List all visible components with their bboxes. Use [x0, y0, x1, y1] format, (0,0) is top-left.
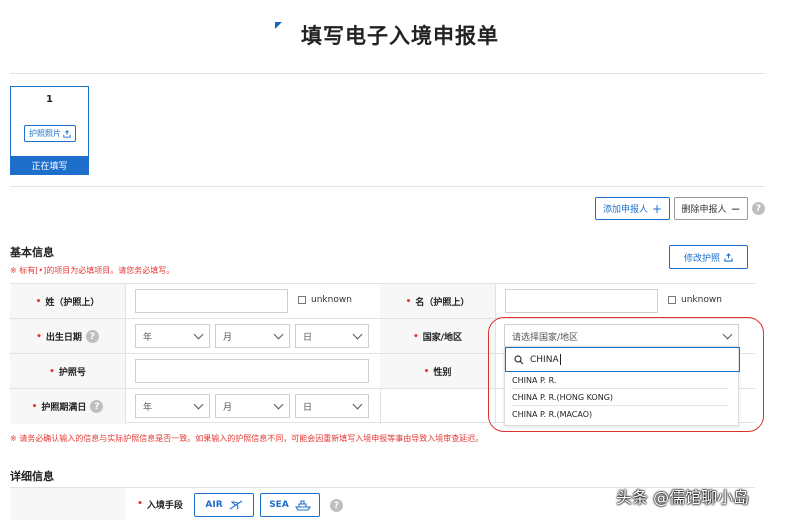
highlight-annotation	[488, 317, 764, 432]
minus-icon: −	[730, 201, 741, 216]
upload-icon	[63, 129, 71, 138]
entry-mode-label: • 入境手段	[130, 488, 190, 520]
upload-icon	[724, 252, 733, 262]
birth-date-label: • 出生日期?	[10, 319, 125, 354]
passport-photo-button[interactable]: 护照照片	[24, 125, 76, 142]
basic-info-title: 基本信息	[10, 246, 54, 259]
plus-icon: +	[651, 201, 663, 216]
surname-input[interactable]	[135, 289, 288, 313]
chevron-down-icon	[193, 329, 204, 339]
chevron-down-icon	[352, 329, 363, 339]
add-applicant-button[interactable]: 添加申报人 +	[595, 197, 670, 220]
passport-number-input[interactable]	[135, 359, 369, 383]
expiry-label: • 护照期满日?	[10, 389, 125, 424]
chevron-down-icon	[273, 329, 284, 339]
required-note: ※ 标有[•]的项目为必填项目。请您务必填写。	[10, 266, 175, 275]
applicant-number: 1	[46, 94, 53, 105]
passport-warning: ※ 请务必确认输入的信息与实际护照信息是否一致。如果输入的护照信息不同，可能会因…	[10, 434, 484, 443]
given-name-label: • 名（护照上）	[380, 284, 495, 319]
birth-year-select[interactable]: 年	[135, 324, 210, 348]
ship-icon	[294, 500, 311, 511]
form-row-name: • 姓（护照上） unknown • 名（护照上） unknown	[10, 283, 755, 319]
chevron-down-icon	[352, 399, 363, 409]
birth-day-select[interactable]: 日	[295, 324, 369, 348]
surname-label: • 姓（护照上）	[10, 284, 125, 319]
detail-empty-cell	[10, 488, 125, 520]
help-icon[interactable]: ?	[85, 330, 99, 343]
help-icon[interactable]: ?	[752, 202, 765, 215]
help-icon[interactable]: ?	[330, 499, 343, 512]
page-title: 填写电子入境申报单	[0, 20, 800, 50]
expiry-day-select[interactable]: 日	[295, 394, 369, 418]
chevron-down-icon	[273, 399, 284, 409]
entry-air-button[interactable]: AIR	[194, 493, 254, 517]
entry-sea-button[interactable]: SEA	[260, 493, 320, 517]
delete-applicant-button[interactable]: 删除申报人 −	[674, 197, 748, 220]
expiry-year-select[interactable]: 年	[135, 394, 210, 418]
status-badge: 正在填写	[11, 156, 88, 174]
birth-month-select[interactable]: 月	[215, 324, 290, 348]
divider	[10, 186, 765, 187]
watermark: 头条 @儒馆聊小岛	[616, 488, 750, 507]
given-name-input[interactable]	[505, 289, 658, 313]
airplane-icon	[229, 500, 242, 510]
modify-passport-button[interactable]: 修改护照	[669, 245, 748, 269]
chevron-down-icon	[193, 399, 204, 409]
passport-number-label: • 护照号	[10, 354, 125, 389]
expiry-month-select[interactable]: 月	[215, 394, 290, 418]
gender-label: • 性别	[380, 354, 495, 389]
applicant-card[interactable]: 1 护照照片 正在填写	[10, 86, 89, 175]
surname-unknown-checkbox[interactable]: unknown	[298, 295, 352, 305]
given-name-unknown-checkbox[interactable]: unknown	[668, 295, 722, 305]
title-corner-mark	[275, 22, 282, 29]
divider	[10, 73, 765, 74]
detail-info-title: 详细信息	[10, 470, 54, 483]
help-icon[interactable]: ?	[90, 400, 104, 413]
country-label: • 国家/地区	[380, 319, 495, 354]
